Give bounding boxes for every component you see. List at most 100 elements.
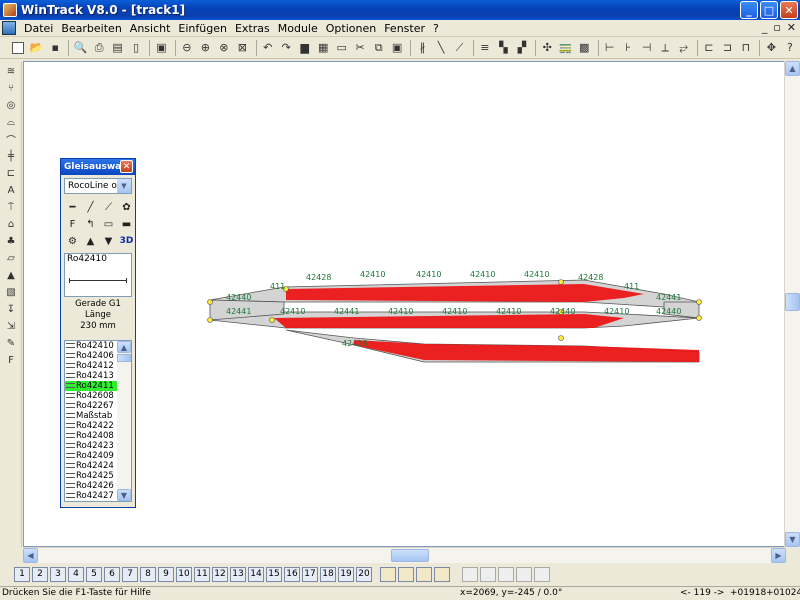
properties-icon[interactable]: ▯ xyxy=(128,39,144,57)
straight-line-icon[interactable]: ╲ xyxy=(433,39,449,57)
palette-close-button[interactable]: ✕ xyxy=(120,160,133,173)
list-item[interactable]: Maßstab xyxy=(65,411,119,421)
turntable-tool-icon[interactable]: ✿ xyxy=(118,199,135,215)
scroll-left-button[interactable]: ◀ xyxy=(23,548,38,563)
list-item[interactable]: Ro42408 xyxy=(65,431,119,441)
horizontal-scroll-thumb[interactable] xyxy=(391,549,429,562)
list-item[interactable]: Ro42413 xyxy=(65,371,119,381)
close-button[interactable]: ✕ xyxy=(780,1,798,19)
color-icon[interactable] xyxy=(398,566,414,582)
page-tab[interactable]: 7 xyxy=(122,566,138,582)
road-icon[interactable]: ▱ xyxy=(2,251,20,266)
page-tab[interactable]: 4 xyxy=(68,566,84,582)
list-item[interactable]: Ro42426 xyxy=(65,481,119,491)
page-tab[interactable]: 13 xyxy=(230,566,246,582)
zoom-in-icon[interactable]: ⊕ xyxy=(197,39,213,57)
menu-help[interactable]: ? xyxy=(429,22,443,35)
settings-palette-icon[interactable]: ⚙ xyxy=(64,233,81,249)
menu-module[interactable]: Module xyxy=(274,22,322,35)
pan-icon[interactable]: ✥ xyxy=(763,39,779,57)
font-icon[interactable]: F xyxy=(2,353,20,368)
height-icon[interactable]: ↧ xyxy=(2,302,20,317)
mdi-close-button[interactable]: ✕ xyxy=(787,21,796,34)
view-3-icon[interactable] xyxy=(498,566,514,582)
page-tab[interactable]: 5 xyxy=(86,566,102,582)
list-item[interactable]: Ro42406 xyxy=(65,351,119,361)
list-scroll-down-button[interactable]: ▼ xyxy=(117,489,131,501)
track-layout[interactable]: 42440 411 42428 42410 42410 42410 42410 … xyxy=(24,62,786,548)
page-tab[interactable]: 15 xyxy=(266,566,282,582)
ramp-icon[interactable]: ⇲ xyxy=(2,319,20,334)
picture-icon[interactable]: ▣ xyxy=(153,39,169,57)
bridge-icon[interactable]: ⌓ xyxy=(2,115,20,130)
module-2-icon[interactable]: ⊐ xyxy=(719,39,735,57)
tunnel-icon[interactable]: ⌒ xyxy=(2,132,20,147)
buffer-stop-icon[interactable]: ⊏ xyxy=(2,166,20,181)
lower-icon[interactable]: ▼ xyxy=(100,233,117,249)
track-system-select[interactable]: RocoLine ohr ▼ xyxy=(64,178,132,194)
page-tab[interactable]: 8 xyxy=(140,566,156,582)
page-tab[interactable]: 14 xyxy=(248,566,264,582)
list-scrollbar[interactable]: ▲ ▼ xyxy=(117,341,131,501)
menu-ansicht[interactable]: Ansicht xyxy=(126,22,175,35)
signal-icon[interactable]: ⊦ xyxy=(620,39,636,57)
curve-icon[interactable]: ⟋ xyxy=(451,39,467,57)
connect-icon[interactable]: ✣ xyxy=(539,39,555,57)
list-item[interactable]: Ro42425 xyxy=(65,471,119,481)
copy-icon[interactable]: ⧉ xyxy=(370,39,386,57)
page-tab[interactable]: 2 xyxy=(32,566,48,582)
page-tab[interactable]: 16 xyxy=(284,566,300,582)
vertical-scrollbar[interactable]: ▲ ▼ xyxy=(784,61,800,547)
rail-icon[interactable]: ╪ xyxy=(2,149,20,164)
page-tab[interactable]: 10 xyxy=(176,566,192,582)
group-icon[interactable]: ▚ xyxy=(495,39,511,57)
track-part-list[interactable]: Ro42410 Ro42406 Ro42412 Ro42413 Ro42411 Ro426… xyxy=(64,340,132,502)
palette-titlebar[interactable]: Gleisauswa... ✕ xyxy=(61,159,135,175)
platform-icon[interactable]: ▬ xyxy=(118,216,135,232)
menu-fenster[interactable]: Fenster xyxy=(380,22,429,35)
list-item[interactable]: Ro42424 xyxy=(65,461,119,471)
list-item[interactable]: Ro42427 xyxy=(65,491,119,501)
page-tab[interactable]: 6 xyxy=(104,566,120,582)
curved-track-icon[interactable]: ╱ xyxy=(82,199,99,215)
delete-icon[interactable]: ▆ xyxy=(296,39,312,57)
paste-icon[interactable]: ▣ xyxy=(389,39,405,57)
vertical-scroll-thumb[interactable] xyxy=(785,293,800,311)
edit-icon[interactable]: ✎ xyxy=(2,336,20,351)
track-tool-icon[interactable]: ∦ xyxy=(414,39,430,57)
mdi-minimize-button[interactable]: _ xyxy=(762,21,768,34)
straight-track-icon[interactable]: ━ xyxy=(64,199,81,215)
page-tab[interactable]: 17 xyxy=(302,566,318,582)
pencil-icon[interactable] xyxy=(416,566,432,582)
turntable-icon[interactable]: ◎ xyxy=(2,98,20,113)
drawing-canvas[interactable]: 42440 411 42428 42410 42410 42410 42410 … xyxy=(23,61,785,547)
switch-tool-icon[interactable]: ⑂ xyxy=(2,81,20,96)
page-setup-icon[interactable]: ▤ xyxy=(109,39,125,57)
signal-tool-icon[interactable]: ⍑ xyxy=(2,200,20,215)
page-tab[interactable]: 18 xyxy=(320,566,336,582)
help-icon[interactable]: ? xyxy=(782,39,798,57)
flex-tool-icon[interactable]: F xyxy=(64,216,81,232)
landscape-icon[interactable]: ▲ xyxy=(2,268,20,283)
flip-icon[interactable]: ⟂ xyxy=(657,39,673,57)
layer-icon[interactable]: ▩ xyxy=(576,39,592,57)
chart-tool-icon[interactable]: ▧ xyxy=(2,285,20,300)
join-icon[interactable]: ⥂ xyxy=(675,39,691,57)
print-preview-icon[interactable]: 🔍 xyxy=(72,39,88,57)
list-scroll-thumb[interactable] xyxy=(117,354,131,362)
menu-einfuegen[interactable]: Einfügen xyxy=(174,22,231,35)
list-item[interactable]: Ro42267 xyxy=(65,401,119,411)
turnout-icon[interactable]: ⟋ xyxy=(100,199,117,215)
module-3-icon[interactable]: ⊓ xyxy=(738,39,754,57)
list-item[interactable]: Ro42411 xyxy=(65,381,119,391)
bridge-palette-icon[interactable]: ▭ xyxy=(100,216,117,232)
module-1-icon[interactable]: ⊏ xyxy=(701,39,717,57)
scroll-right-button[interactable]: ▶ xyxy=(771,548,786,563)
view-1-icon[interactable] xyxy=(462,566,478,582)
building-icon[interactable]: ⌂ xyxy=(2,217,20,232)
page-tab[interactable]: 11 xyxy=(194,566,210,582)
list-item[interactable]: Ro42423 xyxy=(65,441,119,451)
align-icon[interactable]: ≡ xyxy=(477,39,493,57)
page-tab[interactable]: 1 xyxy=(14,566,30,582)
redo-icon[interactable]: ↷ xyxy=(278,39,294,57)
